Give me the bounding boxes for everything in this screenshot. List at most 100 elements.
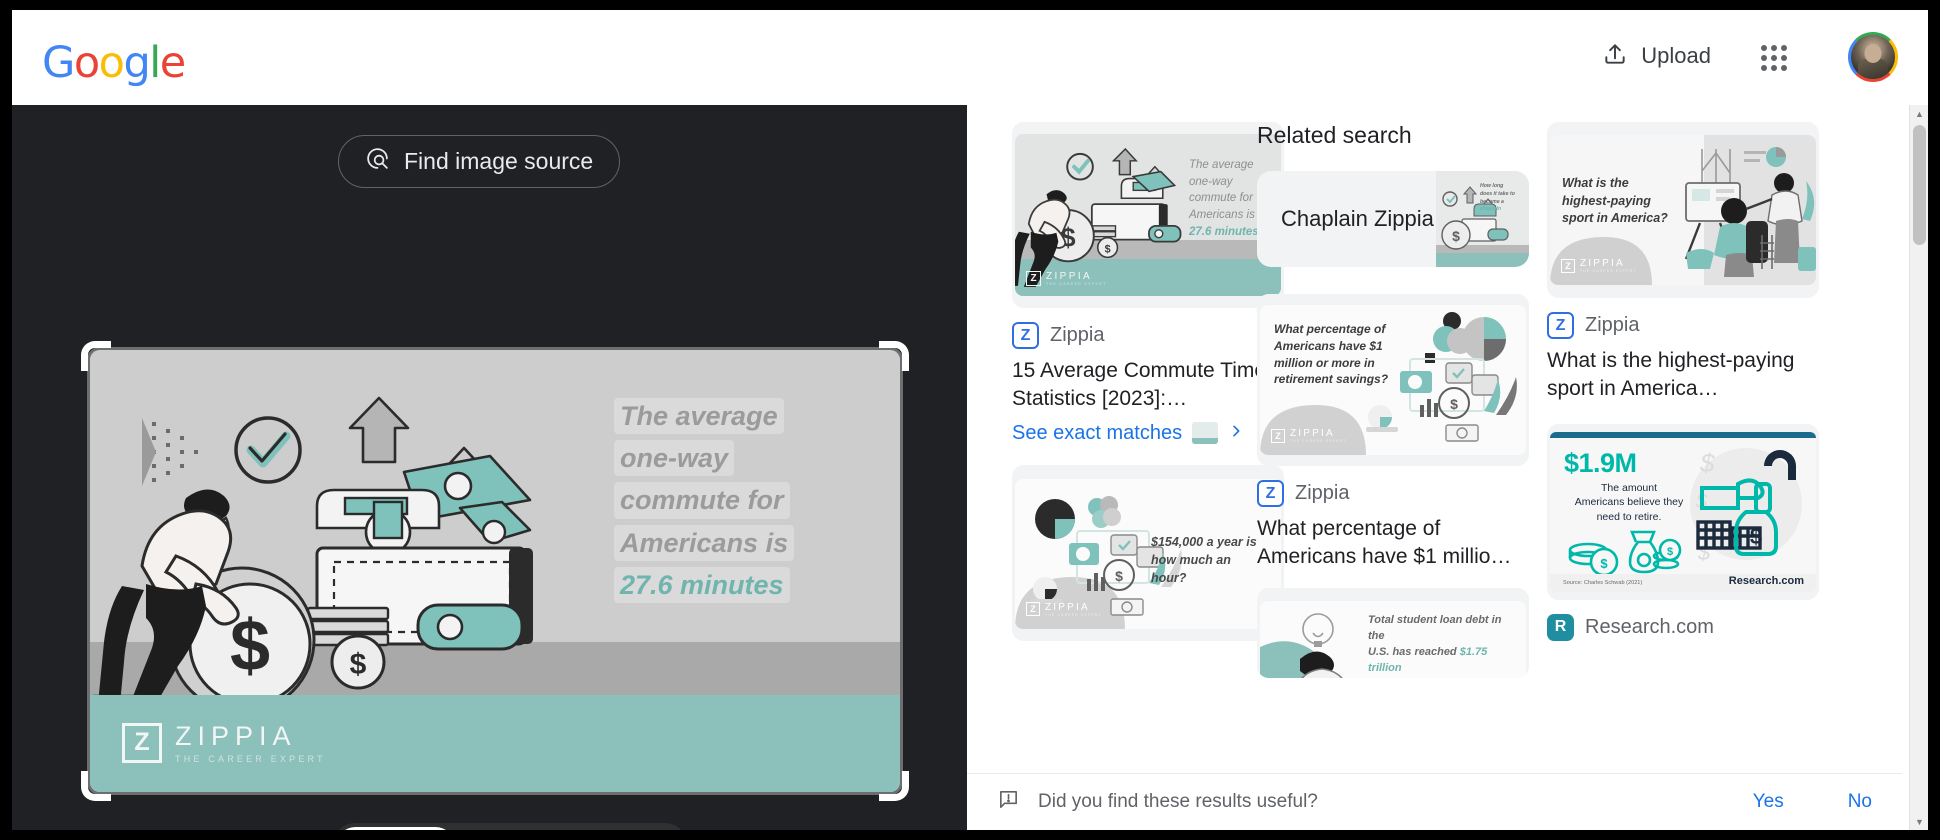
svg-text:$: $ — [350, 648, 367, 681]
zippia-brand-logo: Z ZIPPIA THE CAREER EXPERT — [122, 721, 326, 764]
chip-thumb-line: How long — [1480, 183, 1504, 189]
result-title[interactable]: What is the highest-paying sport in Amer… — [1547, 347, 1819, 404]
image-crop-frame[interactable]: $ $ The average one-way commute for Amer… — [81, 341, 909, 801]
thumb-text-line: sport in America? — [1562, 211, 1668, 225]
result-card-student-loan-debt[interactable]: Total student loan debt in the U.S. has … — [1257, 587, 1529, 678]
scrollbar-thumb[interactable] — [1913, 125, 1926, 245]
headline-line: commute for — [614, 482, 790, 519]
headline-line: Americans is — [614, 524, 795, 561]
feedback-yes-button[interactable]: Yes — [1753, 791, 1784, 813]
result-thumbnail: $ — [1012, 464, 1284, 641]
result-title[interactable]: What percentage of Americans have $1 mil… — [1257, 515, 1529, 572]
research-favicon: R — [1547, 613, 1574, 641]
tab-text[interactable]: Text — [455, 827, 546, 830]
google-logo[interactable]: Google — [42, 38, 186, 88]
thumb-text-line: The amount — [1600, 481, 1658, 494]
svg-text:$: $ — [1667, 546, 1673, 558]
thumb-text-line: how much an hour? — [1151, 552, 1231, 585]
feedback-icon — [997, 788, 1020, 816]
svg-text:$: $ — [1115, 568, 1123, 584]
result-title[interactable]: 15 Average Commute Time Statistics [2023… — [1012, 357, 1284, 414]
svg-text:$: $ — [1699, 448, 1715, 478]
thumb-text-highlight: 27.6 minutes — [1189, 225, 1259, 238]
thumb-text-line: U.S. has reached $1.75 trillion — [1368, 645, 1488, 674]
thumb-text-line: The average — [1189, 159, 1254, 171]
thumb-text-line: highest-paying — [1562, 193, 1651, 208]
upload-icon — [1602, 41, 1628, 72]
feedback-no-button[interactable]: No — [1848, 791, 1872, 813]
mode-tabs: Search Text Translate — [332, 823, 688, 830]
result-source-name: Zippia — [1585, 314, 1640, 336]
result-thumbnail: $ — [1257, 294, 1529, 466]
related-search-thumbnail: $ How long does it take to become a chap… — [1436, 171, 1529, 267]
logo-letter: g — [123, 38, 150, 88]
logo-letter: o — [98, 38, 125, 88]
result-source-name: Zippia — [1295, 482, 1350, 504]
zippia-favicon: Z — [1257, 480, 1284, 507]
result-card-commute-stats[interactable]: $ $ Z ZIPPIA THE CAREER EXPERT The avera… — [1012, 122, 1284, 445]
thumb-text-line: Americans is — [1189, 209, 1255, 222]
results-grid: $ $ Z ZIPPIA THE CAREER EXPERT The avera… — [967, 105, 1902, 773]
results-scrollbar[interactable]: ▲ ▼ — [1909, 105, 1928, 830]
zippia-favicon: Z — [1012, 322, 1039, 349]
logo-letter: l — [149, 38, 161, 88]
logo-letter: G — [42, 38, 75, 88]
result-source-name: Research.com — [1585, 615, 1714, 638]
headline-line: The average — [614, 398, 784, 435]
thumb-text-line: What percentage of — [1274, 322, 1386, 336]
thumb-text-line: Americans have $1 — [1274, 338, 1383, 353]
upload-button[interactable]: Upload — [1602, 32, 1711, 80]
scroll-down-arrow[interactable]: ▼ — [1910, 813, 1928, 830]
result-thumbnail: What is the highest-paying sport in Amer… — [1547, 122, 1819, 298]
app-header: Google Upload — [12, 10, 1928, 105]
result-card-research-retire[interactable]: $ $ $ $ $ $ $1.9M The amount Americans b… — [1547, 423, 1819, 641]
avatar[interactable] — [1848, 32, 1898, 82]
thumb-text-line: million or more in — [1274, 355, 1375, 370]
result-card-retirement-million[interactable]: $ Z ZIPPIA THE CAREER EXPERT What percen… — [1257, 294, 1529, 572]
thumb-source-note: Source: Charles Schwab (2021) — [1563, 579, 1643, 586]
logo-letter: o — [73, 38, 100, 88]
avatar-image — [1851, 35, 1895, 79]
scroll-up-arrow[interactable]: ▲ — [1910, 105, 1928, 122]
thumb-text-line: need to retire. — [1596, 511, 1662, 524]
lens-search-icon — [365, 146, 390, 177]
see-exact-matches-link[interactable]: See exact matches — [1012, 422, 1284, 445]
headline-highlight: 27.6 minutes — [614, 566, 790, 604]
browser-viewport: Google Upload Find image source $ $ The … — [12, 10, 1928, 830]
logo-letter: e — [159, 38, 186, 88]
thumb-text-line: retirement savings? — [1274, 372, 1389, 387]
result-card-salary-hour[interactable]: $ Z ZIPPIA THE CAREER EXPERT $154,000 a … — [1012, 464, 1284, 641]
thumb-text-line: commute for — [1189, 192, 1253, 205]
source-image: $ $ The average one-way commute for Amer… — [90, 350, 900, 792]
zippia-brand-tagline: THE CAREER EXPERT — [175, 754, 326, 764]
exact-match-thumbnail — [1192, 422, 1219, 445]
results-column-2: Related search Chaplain Zippia $ How lon… — [1257, 122, 1529, 694]
apps-grid-icon[interactable] — [1758, 42, 1790, 74]
chip-thumb-line: chaplain — [1480, 206, 1502, 213]
tab-translate[interactable]: Translate — [545, 827, 684, 830]
related-search-title: Related search — [1257, 122, 1412, 148]
result-card-highest-paying-sport[interactable]: What is the highest-paying sport in Amer… — [1547, 122, 1819, 404]
related-search-chip[interactable]: Chaplain Zippia $ How long does it take … — [1257, 171, 1529, 267]
headline-line: one-way — [614, 440, 735, 477]
zippia-brand-name: ZIPPIA — [175, 721, 297, 751]
feedback-question: Did you find these results useful? — [1038, 791, 1318, 812]
image-preview-pane: Find image source $ $ The average one-wa… — [12, 105, 967, 830]
result-source-row: Z Zippia — [1012, 322, 1284, 349]
find-image-source-button[interactable]: Find image source — [338, 135, 621, 188]
svg-text:$: $ — [1450, 396, 1458, 412]
chevron-right-icon — [1228, 422, 1244, 445]
tab-search[interactable]: Search — [336, 827, 455, 830]
results-column-1: $ $ Z ZIPPIA THE CAREER EXPERT The avera… — [1012, 122, 1284, 657]
feedback-bar: Did you find these results useful? Yes N… — [967, 773, 1902, 830]
svg-text:$: $ — [1105, 243, 1111, 255]
thumb-text-line: What is the — [1562, 176, 1629, 190]
thumb-text-line: Total student loan debt in the — [1368, 613, 1502, 642]
results-column-3: What is the highest-paying sport in Amer… — [1547, 122, 1819, 657]
zippia-mark-icon: Z — [122, 722, 162, 763]
result-source-name: Zippia — [1050, 324, 1105, 346]
chip-thumb-line: does it take to — [1480, 190, 1515, 197]
thumb-brand-label: Research.com — [1728, 574, 1804, 587]
thumb-text-line: one-way — [1189, 175, 1233, 188]
image-headline: The average one-way commute for American… — [614, 398, 852, 604]
